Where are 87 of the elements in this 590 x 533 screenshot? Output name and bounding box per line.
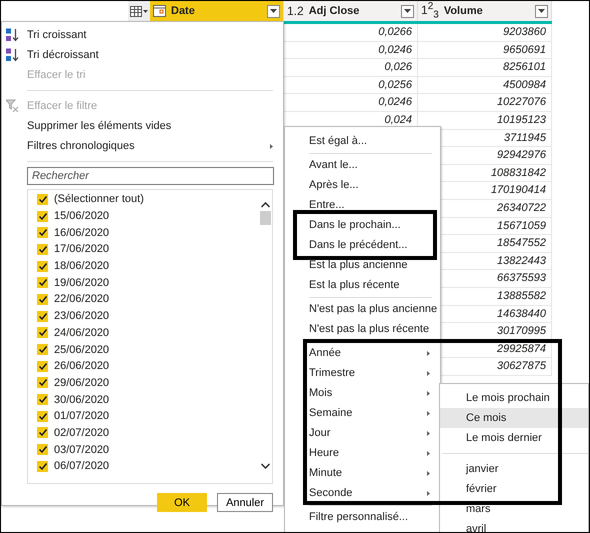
value-label: 30/06/2020 <box>54 394 110 406</box>
table-cell: 10227076 <box>418 94 552 112</box>
value-label: 24/06/2020 <box>54 326 110 339</box>
value-label: 23/06/2020 <box>54 310 110 322</box>
sort-descending-icon <box>6 48 20 62</box>
table-icon <box>130 6 142 16</box>
value-label: 17/06/2020 <box>54 243 110 256</box>
scroll-thumb[interactable] <box>260 211 270 225</box>
checkbox[interactable] <box>37 277 48 288</box>
value-label: 19/06/2020 <box>54 276 110 289</box>
value-label: 01/07/2020 <box>54 410 110 422</box>
table-cell: 9203860 <box>418 24 552 42</box>
menu-item[interactable]: Semaine <box>285 403 440 423</box>
menu-item[interactable]: Le mois dernier <box>440 428 588 448</box>
menu-item[interactable]: Minute <box>285 463 440 483</box>
menu-item[interactable]: Mois <box>285 383 440 403</box>
column-header[interactable]: 1.2 Adj Close <box>284 1 418 21</box>
menu-item[interactable]: Jour <box>285 423 440 443</box>
scroll-up-icon[interactable] <box>260 202 270 208</box>
menu-item[interactable]: Tri croissant <box>2 25 283 45</box>
value-label: 26/06/2020 <box>54 360 110 372</box>
search-field[interactable]: Rechercher <box>27 167 274 185</box>
menu-item[interactable]: Ce mois <box>440 408 588 428</box>
submenu-arrow-icon <box>427 470 430 476</box>
checkbox[interactable] <box>37 344 48 356</box>
caret-icon <box>538 9 545 13</box>
menu-item[interactable]: février <box>440 479 588 499</box>
cancel-button[interactable]: Annuler <box>217 493 273 512</box>
menu-item[interactable]: avril <box>440 519 588 532</box>
value-label: 02/07/2020 <box>54 426 110 439</box>
calendar-icon <box>153 5 166 17</box>
value-label: 22/06/2020 <box>54 293 110 306</box>
checkbox[interactable] <box>37 460 48 472</box>
checkbox[interactable] <box>37 310 48 322</box>
checkbox[interactable] <box>37 210 48 222</box>
menu-item[interactable]: Filtres chronologiques <box>2 136 283 156</box>
menu-item[interactable]: Supprimer les éléments vides <box>2 116 283 136</box>
caret-icon <box>404 9 411 13</box>
menu-item[interactable]: janvier <box>440 459 588 479</box>
value-label: 18/06/2020 <box>54 260 110 272</box>
dropdown-button[interactable] <box>535 4 548 18</box>
checkbox[interactable] <box>37 194 48 205</box>
checkbox[interactable] <box>37 444 48 456</box>
menu-item[interactable]: Le mois prochain <box>440 388 588 408</box>
table-cell: 8256101 <box>418 59 552 77</box>
checkbox[interactable] <box>37 260 48 272</box>
value-label: (Sélectionner tout) <box>54 193 144 206</box>
checkbox[interactable] <box>37 410 48 422</box>
checkbox[interactable] <box>37 227 48 238</box>
dropdown-button[interactable] <box>267 4 280 18</box>
table-cell: 9650691 <box>418 42 552 60</box>
caret-icon <box>270 9 277 13</box>
submenu-arrow-icon <box>270 144 273 148</box>
ok-button[interactable]: OK <box>157 493 208 512</box>
value-label: 25/06/2020 <box>54 344 110 356</box>
scroll-down-icon[interactable] <box>260 463 270 469</box>
submenu-arrow-icon <box>427 450 430 456</box>
type-label: 1.2 <box>287 4 304 18</box>
value-label: 16/06/2020 <box>54 226 110 239</box>
checkbox[interactable] <box>37 294 48 305</box>
table-menu-button[interactable] <box>128 1 150 21</box>
caret-icon <box>143 10 148 12</box>
checkbox[interactable] <box>37 394 48 406</box>
value-label: 29/06/2020 <box>54 376 110 389</box>
menu-item[interactable]: Heure <box>285 443 440 463</box>
menu-item[interactable]: Filtre personnalisé... <box>285 507 440 527</box>
submenu-arrow-icon <box>427 350 430 356</box>
checkbox[interactable] <box>37 427 48 438</box>
value-label: 06/07/2020 <box>54 460 110 472</box>
checkbox[interactable] <box>37 360 48 372</box>
value-label: 15/06/2020 <box>54 210 110 222</box>
menu-item[interactable]: Seconde <box>285 483 440 503</box>
submenu-arrow-icon <box>427 370 430 376</box>
table-cell: 4500984 <box>418 76 552 94</box>
submenu-arrow-icon <box>427 430 430 436</box>
checkbox[interactable] <box>37 327 48 338</box>
column-header[interactable]: Date <box>150 1 284 21</box>
clear-filter-icon <box>6 99 19 112</box>
sort-ascending-icon <box>6 28 20 42</box>
checkbox[interactable] <box>37 377 48 388</box>
dropdown-button[interactable] <box>401 4 414 18</box>
menu-item[interactable]: Tri décroissant <box>2 45 283 65</box>
submenu-arrow-icon <box>427 390 430 396</box>
checkbox[interactable] <box>37 244 48 255</box>
submenu-arrow-icon <box>427 410 430 416</box>
submenu-arrow-icon <box>427 490 430 496</box>
value-label: 03/07/2020 <box>54 444 110 456</box>
